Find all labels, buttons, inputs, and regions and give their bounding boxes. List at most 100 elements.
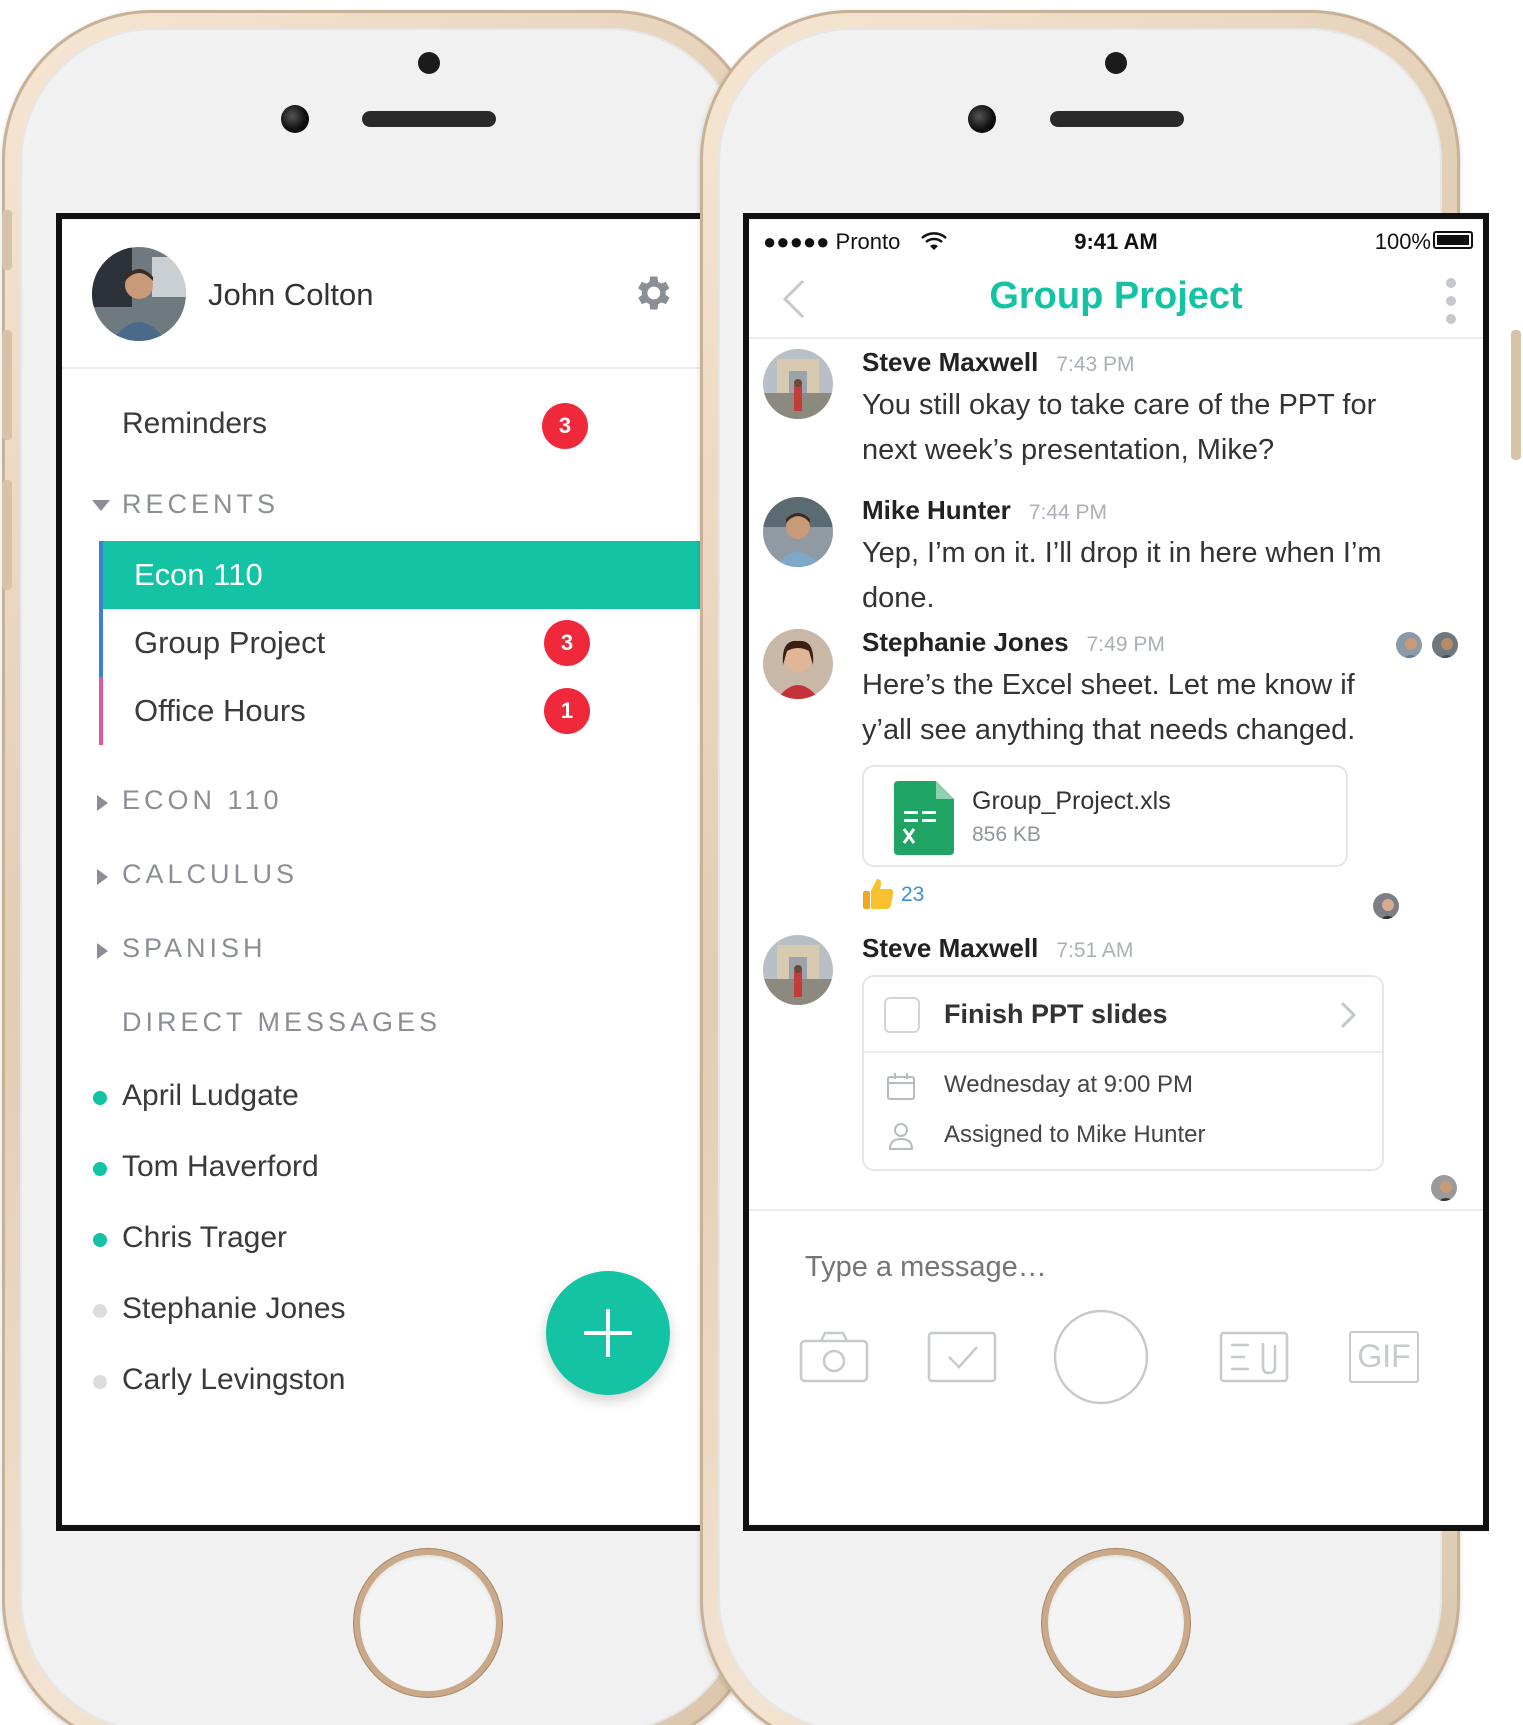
dm-item-chris-trager[interactable]: Chris Trager	[62, 1211, 710, 1271]
message-text: Yep, I’m on it. I’ll drop it in here whe…	[862, 537, 1382, 614]
message-author: Steve Maxwell 7:51 AM	[862, 933, 1134, 963]
battery-icon	[1433, 231, 1473, 249]
message-composer: GIF	[749, 1209, 1483, 1525]
offline-status-dot	[93, 1304, 107, 1318]
read-receipt-avatar	[1429, 1173, 1459, 1203]
dm-name: Chris Trager	[122, 1221, 288, 1254]
left-phone-sensor	[418, 52, 440, 74]
recent-item-label: Office Hours	[134, 693, 306, 728]
dm-item-april-ludgate[interactable]: April Ludgate	[62, 1069, 710, 1129]
section-calculus[interactable]: CALCULUS	[122, 859, 298, 890]
recent-item-group-project[interactable]: Group Project 3	[99, 609, 710, 677]
message-text: Here’s the Excel sheet. Let me know if y…	[862, 669, 1356, 746]
message-author: Stephanie Jones 7:49 PM	[862, 627, 1165, 657]
plus-icon	[584, 1309, 632, 1357]
attachment-icon[interactable]	[1219, 1331, 1289, 1383]
camera-icon[interactable]	[799, 1331, 869, 1383]
online-status-dot	[93, 1233, 107, 1247]
message-timestamp: 7:43 PM	[1056, 353, 1135, 376]
message-timestamp: 7:51 AM	[1056, 939, 1134, 962]
direct-messages-header: DIRECT MESSAGES	[122, 1007, 442, 1037]
avatar-stephanie-jones[interactable]	[763, 629, 833, 699]
read-receipt-avatar	[1430, 630, 1460, 660]
dm-name: April Ludgate	[122, 1079, 299, 1112]
online-status-dot	[93, 1091, 107, 1105]
new-conversation-button[interactable]	[546, 1271, 670, 1395]
recents-collapse-icon[interactable]	[92, 500, 110, 511]
reminders-badge: 3	[542, 403, 588, 449]
dm-name: Carly Levingston	[122, 1363, 346, 1396]
online-status-dot	[93, 1162, 107, 1176]
thumbs-up-icon	[863, 879, 894, 909]
avatar-steve-maxwell[interactable]	[763, 935, 833, 1005]
record-button-icon[interactable]	[1053, 1309, 1149, 1405]
recents-header[interactable]: RECENTS	[122, 489, 279, 520]
profile-header: John Colton	[62, 219, 710, 369]
spreadsheet-file-icon	[894, 781, 954, 855]
recent-item-color-bar	[99, 609, 103, 677]
more-options-icon[interactable]	[1445, 277, 1457, 325]
left-phone-volume-up	[2, 330, 12, 440]
right-phone-power-button	[1511, 330, 1521, 460]
status-bar: ●●●●● Pronto 9:41 AM 100%	[749, 219, 1483, 263]
task-due-date: Wednesday at 9:00 PM	[944, 1071, 1194, 1098]
dm-name: Tom Haverford	[122, 1150, 319, 1183]
dm-name: Stephanie Jones	[122, 1292, 346, 1325]
recent-item-label: Group Project	[134, 625, 326, 660]
right-phone-sensor	[1105, 52, 1127, 74]
task-checkbox[interactable]	[884, 997, 920, 1033]
calendar-icon	[887, 1073, 915, 1100]
task-checkbox-icon[interactable]	[927, 1331, 997, 1383]
right-phone-speaker	[1050, 111, 1184, 127]
left-phone-speaker	[362, 111, 496, 127]
right-phone-camera	[968, 105, 996, 133]
left-phone-volume-down	[2, 480, 12, 590]
user-name: John Colton	[208, 277, 374, 312]
file-name: Group_Project.xls	[972, 787, 1171, 815]
settings-gear-icon[interactable]	[630, 271, 674, 315]
conversation-title: Group Project	[989, 275, 1243, 317]
recent-item-office-hours[interactable]: Office Hours 1	[99, 677, 710, 745]
avatar-steve-maxwell[interactable]	[763, 349, 833, 419]
calculus-expand-icon[interactable]	[97, 869, 108, 885]
avatar-mike-hunter[interactable]	[763, 497, 833, 567]
file-size: 856 KB	[972, 823, 1041, 846]
message-author: Mike Hunter 7:44 PM	[862, 495, 1108, 525]
left-phone-camera	[281, 105, 309, 133]
clock: 9:41 AM	[1074, 229, 1158, 254]
reminders-label: Reminders	[122, 407, 268, 440]
read-receipt-avatar	[1394, 630, 1424, 660]
chevron-right-icon[interactable]	[1338, 999, 1358, 1031]
message-input[interactable]	[805, 1251, 1305, 1284]
right-phone-home-button[interactable]	[1048, 1555, 1184, 1691]
section-econ-110[interactable]: ECON 110	[122, 785, 283, 816]
message-text: You still okay to take care of the PPT f…	[862, 389, 1377, 466]
read-receipt-avatar	[1371, 891, 1401, 921]
econ-110-expand-icon[interactable]	[97, 795, 108, 811]
task-header: Finish PPT slides	[864, 977, 1382, 1053]
task-assignee: Assigned to Mike Hunter	[944, 1121, 1206, 1148]
left-phone-home-button[interactable]	[360, 1555, 496, 1691]
recent-item-color-bar	[99, 541, 103, 609]
right-screen: ●●●●● Pronto 9:41 AM 100% Group Project …	[743, 213, 1489, 1531]
recent-item-badge: 3	[544, 620, 590, 666]
recent-item-badge: 1	[544, 688, 590, 734]
task-title: Finish PPT slides	[944, 999, 1168, 1029]
spanish-expand-icon[interactable]	[97, 943, 108, 959]
section-spanish[interactable]: SPANISH	[122, 933, 267, 964]
gif-button[interactable]: GIF	[1349, 1331, 1419, 1383]
file-attachment-card[interactable]: Group_Project.xls 856 KB	[862, 765, 1348, 867]
reminders-row[interactable]: Reminders 3	[62, 389, 710, 459]
user-avatar[interactable]	[92, 247, 186, 341]
dm-item-tom-haverford[interactable]: Tom Haverford	[62, 1140, 710, 1200]
left-phone-mute-switch	[2, 210, 12, 270]
offline-status-dot	[93, 1375, 107, 1389]
recent-item-color-bar	[99, 677, 103, 745]
left-screen: John Colton Reminders 3 RECENTS Econ 110…	[56, 213, 710, 1531]
person-icon	[888, 1123, 914, 1150]
message-author: Steve Maxwell 7:43 PM	[862, 347, 1135, 377]
recent-item-label: Econ 110	[134, 557, 263, 592]
task-card[interactable]: Finish PPT slides Wednesday at 9:00 PM A…	[862, 975, 1384, 1171]
recent-item-econ-110[interactable]: Econ 110	[99, 541, 710, 609]
message-timestamp: 7:44 PM	[1028, 501, 1108, 524]
